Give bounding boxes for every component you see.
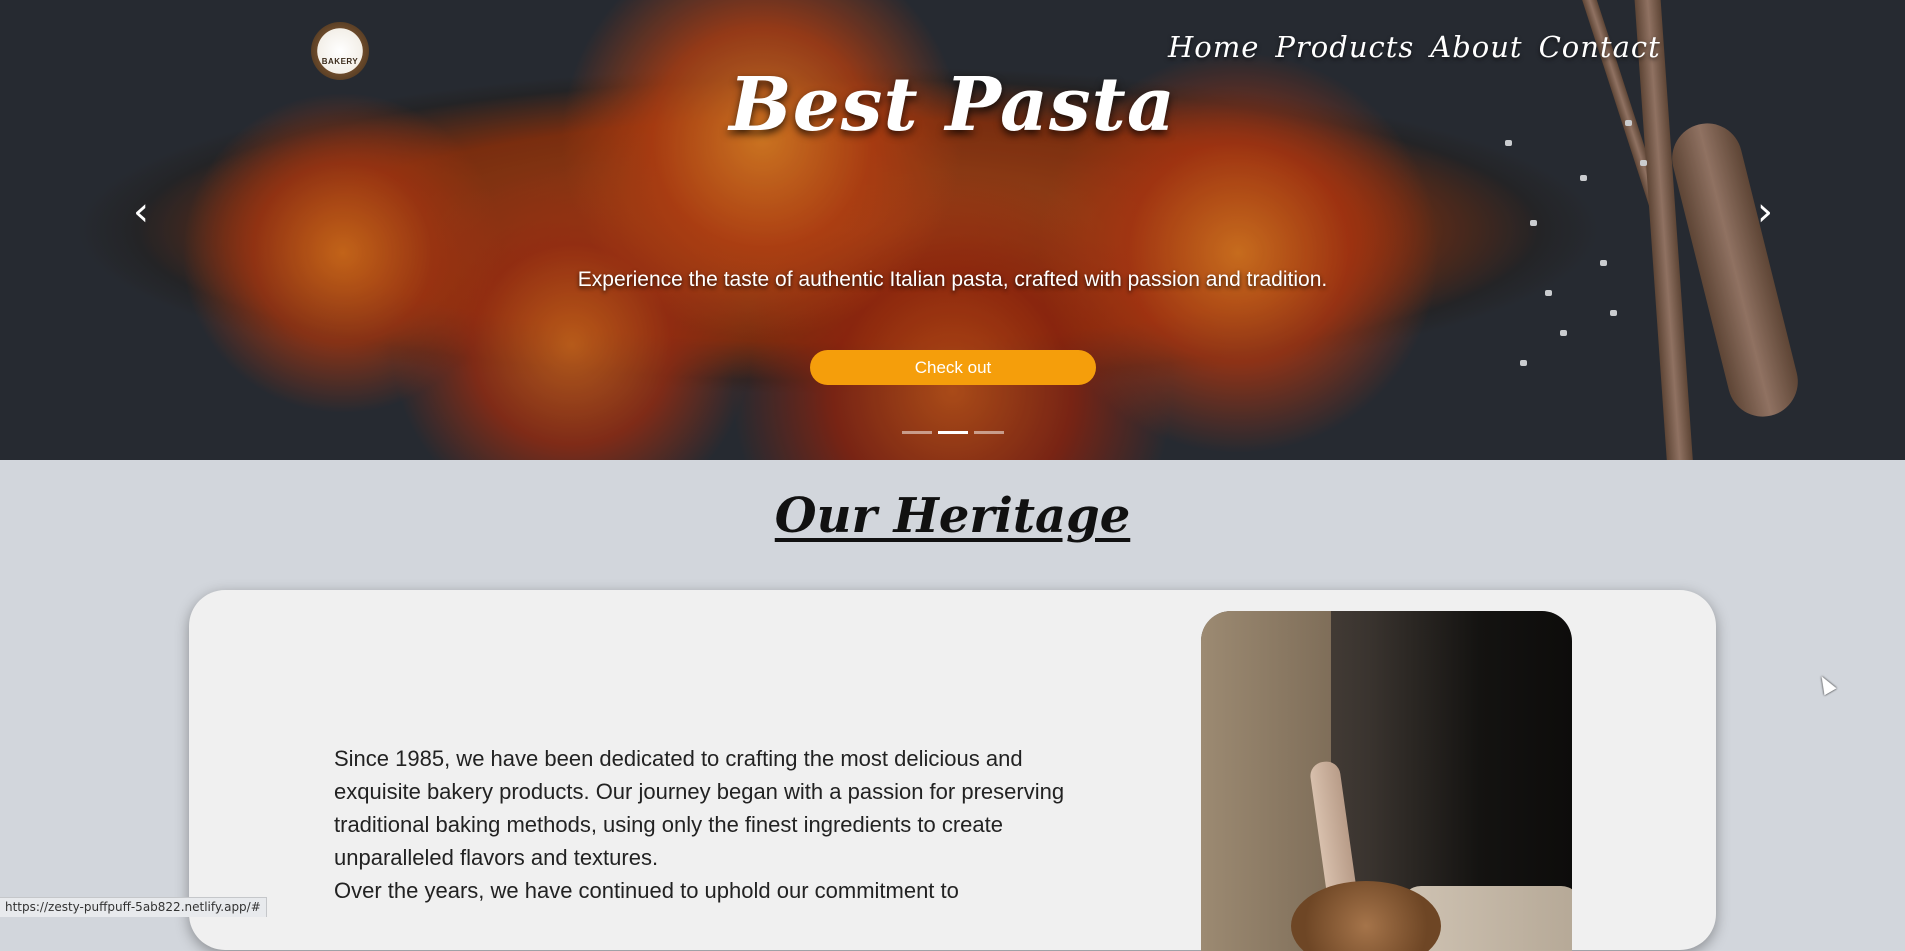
heritage-paragraph: Over the years, we have continued to uph… (334, 878, 959, 903)
main-nav: Home Products About Contact (1168, 30, 1661, 64)
heritage-card: Since 1985, we have been dedicated to cr… (189, 590, 1716, 951)
nav-contact[interactable]: Contact (1539, 30, 1661, 64)
hero-subtitle: Experience the taste of authentic Italia… (577, 268, 1328, 291)
hero-carousel: BAKERY Home Products About Contact Best … (0, 0, 1905, 460)
status-bar-url: https://zesty-puffpuff-5ab822.netlify.ap… (0, 897, 267, 917)
hero-title: Best Pasta (729, 62, 1176, 148)
nav-products[interactable]: Products (1275, 30, 1414, 64)
chevron-left-icon[interactable]: ‹ (126, 192, 156, 232)
heritage-title: Our Heritage (774, 488, 1131, 544)
mouse-cursor-icon (1815, 672, 1837, 696)
carousel-indicator[interactable] (902, 431, 932, 434)
carousel-indicator[interactable] (974, 431, 1004, 434)
baker-image (1201, 611, 1572, 951)
nav-home[interactable]: Home (1168, 30, 1259, 64)
chevron-right-icon[interactable]: › (1750, 192, 1780, 232)
heritage-text: Since 1985, we have been dedicated to cr… (334, 742, 1074, 907)
check-out-button[interactable]: Check out (810, 350, 1096, 385)
nav-about[interactable]: About (1430, 30, 1522, 64)
heritage-paragraph: Since 1985, we have been dedicated to cr… (334, 746, 1065, 870)
carousel-indicator-active[interactable] (938, 431, 968, 434)
carousel-indicators (902, 431, 1004, 434)
